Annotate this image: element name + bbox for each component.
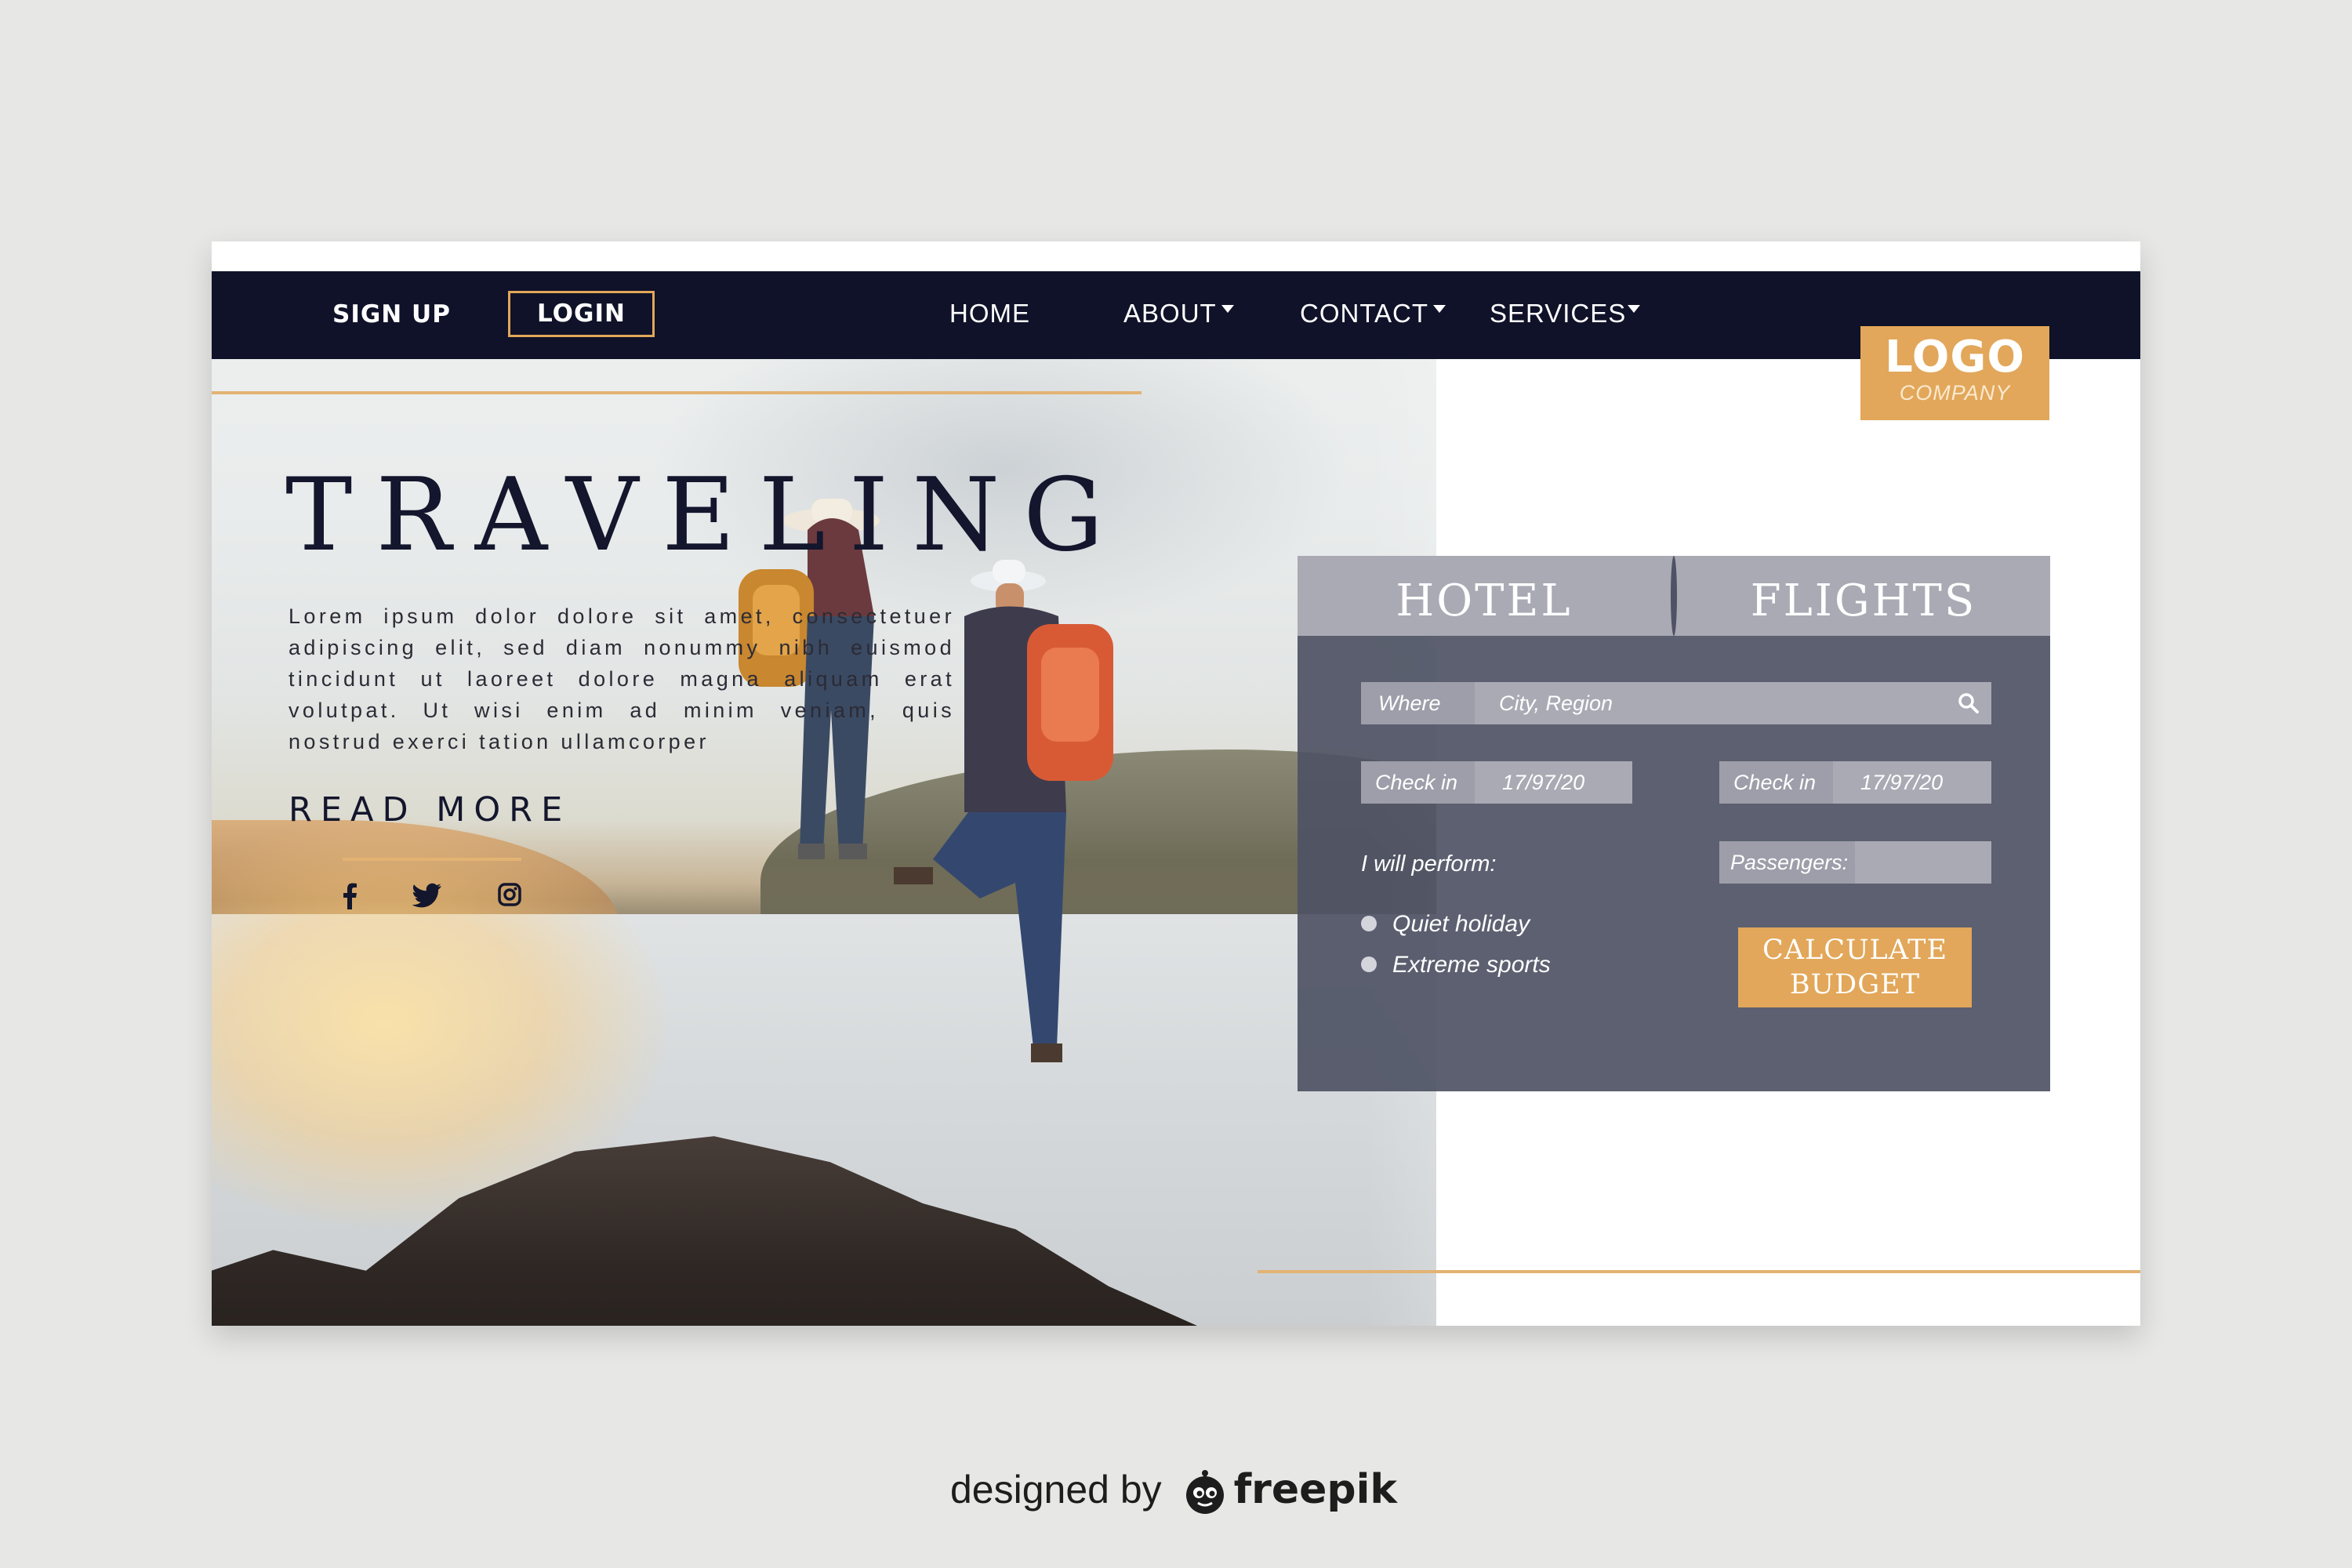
- tab-hotel[interactable]: HOTEL: [1298, 556, 1671, 636]
- landing-page-card: SIGN UP LOGIN HOME ABOUT CONTACT SERVICE…: [212, 241, 2140, 1326]
- credit-prefix: designed by: [950, 1468, 1162, 1512]
- where-search-field[interactable]: Where City, Region: [1361, 682, 1991, 724]
- calculate-budget-line1: CALCULATE: [1762, 935, 1948, 966]
- company-logo[interactable]: LOGO COMPANY: [1860, 326, 2049, 420]
- perform-label: I will perform:: [1361, 851, 1497, 877]
- designer-credit: designed by freepik: [950, 1466, 1397, 1517]
- radio-quiet-holiday-label: Quiet holiday: [1392, 911, 1530, 937]
- booking-tabs: HOTEL FLIGHTS: [1298, 556, 2050, 636]
- checkin-label-right: Check in: [1719, 761, 1833, 804]
- radio-extreme-sports[interactable]: Extreme sports: [1361, 952, 1551, 978]
- tab-divider: [1671, 556, 1677, 636]
- nav-services[interactable]: SERVICES: [1490, 299, 1641, 328]
- radio-button-icon: [1361, 916, 1377, 932]
- radio-quiet-holiday[interactable]: Quiet holiday: [1361, 911, 1530, 938]
- hero-description: Lorem ipsum dolor dolore sit amet, conse…: [289, 604, 955, 753]
- booking-panel: HOTEL FLIGHTS Where City, Region Check i…: [1298, 556, 2050, 1091]
- radio-extreme-sports-label: Extreme sports: [1392, 952, 1551, 978]
- logo-subtext: COMPANY: [1899, 381, 2011, 405]
- top-navbar: SIGN UP LOGIN HOME ABOUT CONTACT SERVICE…: [212, 271, 2140, 359]
- passengers-field[interactable]: Passengers:: [1719, 841, 1991, 884]
- twitter-icon[interactable]: [412, 883, 442, 908]
- login-button-label: LOGIN: [537, 299, 626, 328]
- nav-home[interactable]: HOME: [949, 299, 1030, 328]
- freepik-logo-icon: [1185, 1469, 1224, 1514]
- facebook-icon[interactable]: [340, 883, 359, 909]
- nav-services-label: SERVICES: [1490, 299, 1627, 328]
- bottom-divider-line: [1258, 1270, 2140, 1273]
- chevron-down-icon: [1221, 305, 1234, 313]
- nav-about[interactable]: ABOUT: [1123, 299, 1234, 328]
- checkin-date-right[interactable]: 17/97/20: [1860, 761, 1943, 804]
- chevron-down-icon: [1628, 305, 1641, 313]
- login-button[interactable]: LOGIN: [508, 291, 655, 337]
- calculate-budget-line2: BUDGET: [1789, 969, 1921, 1000]
- read-more-underline: [343, 858, 521, 861]
- instagram-icon[interactable]: [498, 883, 521, 906]
- calculate-budget-button[interactable]: CALCULATE BUDGET: [1738, 927, 1972, 1007]
- checkin-field-right[interactable]: Check in 17/97/20: [1719, 761, 1991, 804]
- hero-title: TRAVELING: [285, 457, 1127, 574]
- checkin-field-left[interactable]: Check in 17/97/20: [1361, 761, 1632, 804]
- credit-brand: freepik: [1233, 1466, 1397, 1513]
- nav-contact-label: CONTACT: [1300, 299, 1429, 328]
- search-icon[interactable]: [1957, 691, 1980, 715]
- checkin-date-left[interactable]: 17/97/20: [1502, 761, 1584, 804]
- sign-up-link[interactable]: SIGN UP: [332, 300, 451, 328]
- nav-about-label: ABOUT: [1123, 299, 1217, 328]
- nav-contact[interactable]: CONTACT: [1300, 299, 1446, 328]
- logo-text: LOGO: [1885, 332, 2025, 383]
- top-divider-line: [212, 391, 1142, 394]
- tab-flights[interactable]: FLIGHTS: [1677, 556, 2050, 636]
- radio-button-icon: [1361, 956, 1377, 973]
- where-input[interactable]: City, Region: [1499, 682, 1613, 724]
- passengers-label: Passengers:: [1719, 841, 1855, 884]
- chevron-down-icon: [1433, 305, 1446, 313]
- where-label: Where: [1361, 682, 1475, 724]
- nav-home-label: HOME: [949, 299, 1030, 328]
- read-more-link[interactable]: READ MORE: [289, 790, 571, 829]
- checkin-label-left: Check in: [1361, 761, 1475, 804]
